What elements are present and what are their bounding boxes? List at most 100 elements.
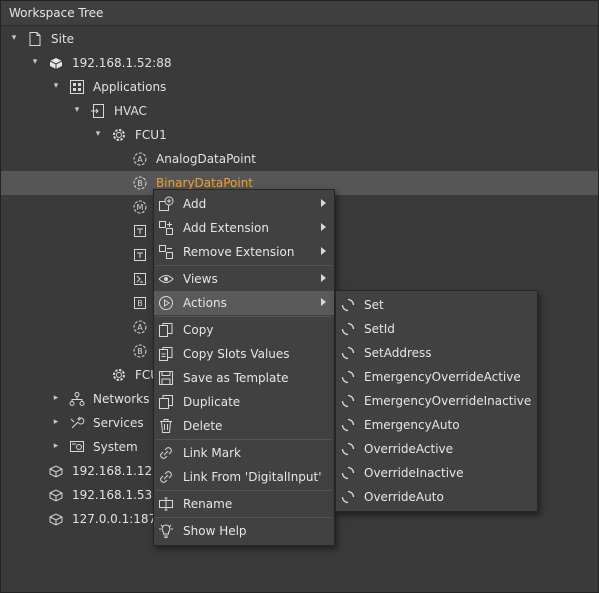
menu-item-save-as-template[interactable]: Save as Template — [154, 366, 334, 390]
menu-item-actions[interactable]: Actions — [154, 291, 334, 315]
action-item-emergency-auto[interactable]: EmergencyAuto — [336, 413, 537, 437]
menu-item-delete[interactable]: Delete — [154, 414, 334, 438]
tree-label: FCU1 — [135, 128, 167, 142]
tree-label: 192.168.1.53:1 — [72, 488, 164, 502]
svg-text:A: A — [137, 323, 143, 332]
menu-item-rename[interactable]: Rename — [154, 492, 334, 516]
menu-separator — [156, 490, 332, 491]
tree-node-site[interactable]: ▾ Site — [1, 27, 598, 51]
tree-label: 127.0.0.1:1876 — [72, 512, 164, 526]
binary-point-icon: B — [132, 343, 148, 359]
menu-label: Copy — [183, 323, 214, 337]
page-icon — [27, 31, 43, 47]
tree-label: 192.168.1.52:88 — [72, 56, 172, 70]
menu-label: Link Mark — [183, 446, 241, 460]
menu-item-remove-extension[interactable]: Remove Extension — [154, 240, 334, 264]
binary-box-icon: B — [132, 295, 148, 311]
expand-arrow-icon[interactable]: ▾ — [93, 129, 103, 139]
collapse-arrow-icon[interactable]: ▸ — [51, 441, 61, 451]
action-item-override-inactive[interactable]: OverrideInactive — [336, 461, 537, 485]
menu-item-copy-slots-values[interactable]: Copy Slots Values — [154, 342, 334, 366]
duplicate-icon — [158, 394, 174, 410]
menu-separator — [156, 439, 332, 440]
services-icon — [69, 415, 85, 431]
tree-label: AnalogDataPoint — [156, 152, 256, 166]
submenu-arrow-icon — [321, 274, 326, 282]
menu-label: EmergencyOverrideActive — [364, 370, 521, 384]
analog-point-icon: A — [132, 151, 148, 167]
action-item-setaddress[interactable]: SetAddress — [336, 341, 537, 365]
menu-label: EmergencyAuto — [364, 418, 460, 432]
expand-arrow-icon[interactable]: ▾ — [72, 105, 82, 115]
tree-node-applications[interactable]: ▾ Applications — [1, 75, 598, 99]
context-menu: Add Add Extension Remove Extension Views… — [153, 189, 335, 546]
input-icon — [132, 247, 148, 263]
tree-label: Services — [93, 416, 144, 430]
svg-text:A: A — [137, 155, 143, 164]
menu-label: SetId — [364, 322, 395, 336]
action-item-override-auto[interactable]: OverrideAuto — [336, 485, 537, 509]
action-item-emergency-override-inactive[interactable]: EmergencyOverrideInactive — [336, 389, 537, 413]
expand-arrow-icon[interactable]: ▾ — [51, 81, 61, 91]
expand-arrow-icon[interactable]: ▾ — [30, 57, 40, 67]
expression-icon — [132, 271, 148, 287]
submenu-arrow-icon — [321, 298, 326, 306]
svg-text:B: B — [137, 347, 143, 356]
menu-label: Save as Template — [183, 371, 289, 385]
tree-node-hvac[interactable]: ▾ HVAC — [1, 99, 598, 123]
action-item-setid[interactable]: SetId — [336, 317, 537, 341]
action-icon — [340, 297, 356, 313]
copy-icon — [158, 322, 174, 338]
link-icon — [158, 469, 174, 485]
menu-label: Copy Slots Values — [183, 347, 290, 361]
gear-icon — [111, 127, 127, 143]
menu-item-views[interactable]: Views — [154, 267, 334, 291]
menu-label: OverrideInactive — [364, 466, 464, 480]
actions-submenu: Set SetId SetAddress EmergencyOverrideAc… — [335, 290, 538, 512]
tree-node-analog[interactable]: A AnalogDataPoint — [1, 147, 598, 171]
applications-icon — [69, 79, 85, 95]
menu-label: Link From 'DigitalInput' — [183, 470, 322, 484]
menu-item-copy[interactable]: Copy — [154, 318, 334, 342]
collapse-arrow-icon[interactable]: ▸ — [51, 393, 61, 403]
add-extension-icon — [158, 220, 174, 236]
menu-label: Duplicate — [183, 395, 241, 409]
expand-arrow-icon[interactable]: ▾ — [9, 33, 19, 43]
link-icon — [158, 445, 174, 461]
eye-icon — [158, 271, 174, 287]
action-icon — [340, 489, 356, 505]
menu-label: Views — [183, 272, 218, 286]
menu-separator — [156, 265, 332, 266]
menu-item-add[interactable]: Add — [154, 192, 334, 216]
collapse-arrow-icon[interactable]: ▸ — [51, 417, 61, 427]
tree-label: Site — [51, 32, 75, 46]
tree-label: Applications — [93, 80, 167, 94]
action-item-override-active[interactable]: OverrideActive — [336, 437, 537, 461]
menu-item-link-mark[interactable]: Link Mark — [154, 441, 334, 465]
multistate-point-icon: M — [132, 199, 148, 215]
menu-item-link-from[interactable]: Link From 'DigitalInput' — [154, 465, 334, 489]
svg-text:B: B — [137, 179, 143, 188]
play-icon — [158, 295, 174, 311]
copy-slots-icon — [158, 346, 174, 362]
tree-label: 192.168.1.123: — [72, 464, 164, 478]
folder-link-icon — [90, 103, 106, 119]
menu-label: Delete — [183, 419, 223, 433]
save-template-icon — [158, 370, 174, 386]
menu-label: Add — [183, 197, 207, 211]
action-item-emergency-override-active[interactable]: EmergencyOverrideActive — [336, 365, 537, 389]
tree-node-fcu1[interactable]: ▾ FCU1 — [1, 123, 598, 147]
action-icon — [340, 369, 356, 385]
menu-label: Set — [364, 298, 384, 312]
tree-node-device[interactable]: ▾ 192.168.1.52:88 — [1, 51, 598, 75]
menu-label: Add Extension — [183, 221, 269, 235]
menu-item-add-extension[interactable]: Add Extension — [154, 216, 334, 240]
menu-label: Show Help — [183, 524, 247, 538]
menu-item-show-help[interactable]: Show Help — [154, 519, 334, 543]
add-icon — [158, 196, 174, 212]
action-icon — [340, 393, 356, 409]
action-item-set[interactable]: Set — [336, 293, 537, 317]
menu-label: Rename — [183, 497, 233, 511]
tree-label: Networks — [93, 392, 150, 406]
menu-item-duplicate[interactable]: Duplicate — [154, 390, 334, 414]
